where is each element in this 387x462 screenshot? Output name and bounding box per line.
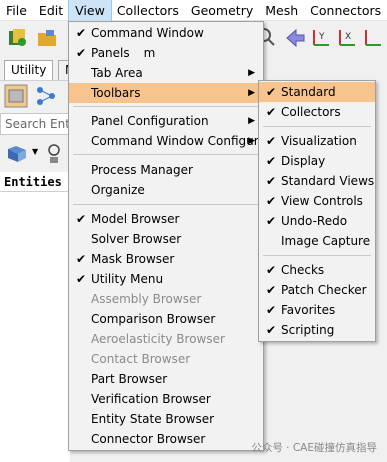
menu-item-process-manager[interactable]: Process Manager xyxy=(69,160,263,180)
menu-item-solver-browser[interactable]: Solver Browser xyxy=(69,229,263,249)
dropdown-arrow-icon[interactable]: ▼ xyxy=(32,147,38,156)
check-icon: ✔ xyxy=(75,46,87,60)
entity-view-icon[interactable] xyxy=(6,143,28,165)
menu-separator xyxy=(73,106,259,107)
submenu-arrow-icon: ▶ xyxy=(248,136,255,146)
shortcut-label: m xyxy=(143,46,156,60)
submenu-item-image-capture[interactable]: Image Capture xyxy=(259,231,375,251)
network-icon[interactable] xyxy=(34,84,58,108)
submenu-arrow-icon: ▶ xyxy=(248,88,255,98)
menu-connectors[interactable]: Connectors xyxy=(304,0,387,21)
menu-view[interactable]: View xyxy=(68,0,112,22)
check-icon: ✔ xyxy=(75,252,87,266)
menu-bar: File Edit View Collectors Geometry Mesh … xyxy=(0,0,387,22)
menu-item-toolbars[interactable]: Toolbars ▶ xyxy=(69,83,263,103)
menu-separator xyxy=(263,126,371,127)
menu-separator xyxy=(263,255,371,256)
submenu-item-display[interactable]: ✔ Display xyxy=(259,151,375,171)
menu-item-entity-state-browser[interactable]: Entity State Browser xyxy=(69,409,263,429)
check-icon: ✔ xyxy=(265,263,277,277)
submenu-item-visualization[interactable]: ✔ Visualization xyxy=(259,131,375,151)
submenu-item-view-controls[interactable]: ✔ View Controls xyxy=(259,191,375,211)
check-icon: ✔ xyxy=(265,154,277,168)
menu-item-assembly-browser: Assembly Browser xyxy=(91,292,202,306)
submenu-item-collectors[interactable]: ✔ Collectors xyxy=(259,102,375,122)
watermark: 公众号 · CAE碰撞仿真指导 xyxy=(251,442,377,454)
axis-yx-icon[interactable]: X xyxy=(336,27,358,49)
submenu-item-standard-views[interactable]: ✔ Standard Views xyxy=(259,171,375,191)
menu-item-connector-browser[interactable]: Connector Browser xyxy=(69,429,263,449)
menu-geometry[interactable]: Geometry xyxy=(185,0,259,21)
submenu-item-patch-checker[interactable]: ✔ Patch Checker xyxy=(259,280,375,300)
menu-item-mask-browser[interactable]: ✔ Mask Browser xyxy=(69,249,263,269)
menu-item-verification-browser[interactable]: Verification Browser xyxy=(69,389,263,409)
entity-toolbar: ▼ xyxy=(0,138,70,170)
utility-toolbar xyxy=(0,80,70,110)
menu-item-organize[interactable]: Organize xyxy=(69,180,263,200)
new-model-icon[interactable] xyxy=(6,27,28,49)
menu-item-panel-configuration[interactable]: Panel Configuration ▶ xyxy=(69,111,263,131)
check-icon: ✔ xyxy=(265,303,277,317)
menu-item-model-browser[interactable]: ✔ Model Browser xyxy=(69,209,263,229)
menu-mesh[interactable]: Mesh xyxy=(259,0,304,21)
svg-text:X: X xyxy=(345,32,351,42)
submenu-item-standard[interactable]: ✔ Standard xyxy=(259,82,375,102)
check-icon: ✔ xyxy=(265,323,277,337)
view-menu: ✔ Command Window ✔ Panels m Tab Area ▶ Toolb… xyxy=(68,21,289,451)
browser-tab-row: Utility M xyxy=(0,58,83,80)
menu-item-command-window[interactable]: ✔ Command Window xyxy=(69,23,263,43)
axis-xy-icon[interactable]: Y xyxy=(310,27,332,49)
submenu-item-favorites[interactable]: ✔ Favorites xyxy=(259,300,375,320)
menu-item-comparison-browser[interactable]: Comparison Browser xyxy=(69,309,263,329)
submenu-arrow-icon: ▶ xyxy=(248,116,255,126)
menu-item-aeroelasticity-browser: Aeroelasticity Browser xyxy=(91,332,225,346)
menu-item-tab-area[interactable]: Tab Area ▶ xyxy=(69,63,263,83)
entities-column-header[interactable]: Entities xyxy=(0,172,70,192)
check-icon: ✔ xyxy=(265,194,277,208)
menu-separator xyxy=(73,204,259,205)
check-icon: ✔ xyxy=(265,174,277,188)
menu-item-contact-browser: Contact Browser xyxy=(91,352,191,366)
menu-edit[interactable]: Edit xyxy=(33,0,69,21)
toolbars-submenu: ✔ Standard ✔ Collectors ✔ Visualization ✔ Di… xyxy=(258,80,376,342)
entity-tree xyxy=(0,192,70,462)
menu-item-panels[interactable]: ✔ Panels m xyxy=(69,43,263,63)
check-icon: ✔ xyxy=(265,214,277,228)
menu-collectors[interactable]: Collectors xyxy=(111,0,185,21)
panel-view-icon[interactable] xyxy=(4,84,28,108)
open-folder-icon[interactable] xyxy=(36,27,58,49)
check-icon: ✔ xyxy=(75,272,87,286)
filter-icon[interactable] xyxy=(44,142,64,166)
previous-view-icon[interactable] xyxy=(284,27,306,49)
axis-z-icon[interactable] xyxy=(362,27,384,49)
check-icon: ✔ xyxy=(75,26,87,40)
check-icon: ✔ xyxy=(265,283,277,297)
menu-item-command-window-configuration[interactable]: Command Window Configuration ▶ xyxy=(69,131,289,151)
check-icon: ✔ xyxy=(75,212,87,226)
menu-item-part-browser[interactable]: Part Browser xyxy=(69,369,263,389)
search-entities-input[interactable]: Search Entiti xyxy=(0,113,70,135)
svg-text:Y: Y xyxy=(318,32,325,42)
submenu-item-undo-redo[interactable]: ✔ Undo-Redo xyxy=(259,211,375,231)
menu-item-utility-menu[interactable]: ✔ Utility Menu xyxy=(69,269,263,289)
submenu-arrow-icon: ▶ xyxy=(248,68,255,78)
check-icon: ✔ xyxy=(265,85,277,99)
check-icon: ✔ xyxy=(265,105,277,119)
tab-utility[interactable]: Utility xyxy=(4,60,54,80)
submenu-item-checks[interactable]: ✔ Checks xyxy=(259,260,375,280)
check-icon: ✔ xyxy=(265,134,277,148)
submenu-item-scripting[interactable]: ✔ Scripting xyxy=(259,320,375,340)
menu-separator xyxy=(73,154,259,155)
menu-file[interactable]: File xyxy=(0,0,33,21)
